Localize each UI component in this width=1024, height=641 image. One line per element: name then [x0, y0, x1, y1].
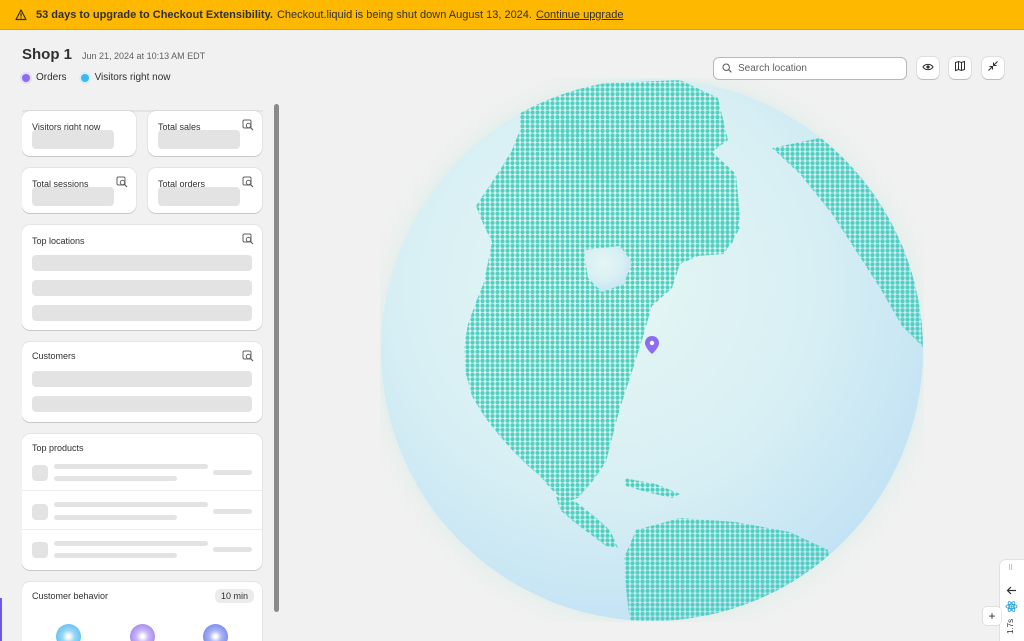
- search-icon: [722, 60, 732, 78]
- react-icon[interactable]: [1005, 600, 1018, 618]
- skeleton-row: [32, 280, 252, 296]
- arrow-left-icon[interactable]: [1006, 582, 1017, 600]
- legend-visitors: Visitors right now: [80, 72, 171, 83]
- card-label: Customer behavior: [32, 591, 109, 601]
- card-top-products[interactable]: Top products: [22, 434, 262, 570]
- view-toggle-button[interactable]: [917, 57, 939, 79]
- card-total-sessions[interactable]: Total sessions: [22, 168, 136, 213]
- behavior-node-icon: [56, 624, 81, 641]
- map-legend: Orders Visitors right now: [22, 72, 185, 83]
- drag-handle-icon[interactable]: ⠿: [1008, 564, 1013, 572]
- report-icon[interactable]: [242, 232, 254, 245]
- banner-text: Checkout.liquid is being shut down Augus…: [276, 8, 532, 21]
- skeleton-value: [32, 130, 114, 149]
- eye-icon: [922, 59, 934, 77]
- warning-icon: [14, 8, 28, 22]
- card-visitors-right-now[interactable]: Visitors right now: [22, 111, 136, 156]
- card-total-orders[interactable]: Total orders: [148, 168, 262, 213]
- time-range-badge[interactable]: 10 min: [214, 589, 254, 603]
- live-globe[interactable]: [380, 78, 924, 622]
- report-icon[interactable]: [242, 175, 254, 188]
- card-label: Top locations: [32, 236, 85, 246]
- collapse-icon: [987, 59, 999, 77]
- render-timing: 1.7s: [1006, 618, 1015, 634]
- legend-orders-label: Orders: [36, 72, 67, 83]
- upgrade-banner: 53 days to upgrade to Checkout Extensibi…: [0, 0, 1024, 30]
- card-label: Customers: [32, 351, 76, 361]
- skeleton-value: [32, 187, 114, 206]
- zoom-in-button[interactable]: +: [983, 607, 1001, 625]
- card-top-locations[interactable]: Top locations: [22, 225, 262, 330]
- divider: [22, 529, 262, 530]
- report-icon[interactable]: [242, 118, 254, 131]
- metrics-panel: Visitors right now Total sales Total ses…: [22, 106, 263, 641]
- card-customers[interactable]: Customers: [22, 342, 262, 422]
- card-total-sales[interactable]: Total sales: [148, 111, 262, 156]
- skeleton-value: [158, 130, 240, 149]
- devtools-panel[interactable]: ⠿ 1.7s: [1000, 560, 1024, 641]
- skeleton-row: [32, 396, 252, 412]
- skeleton-row: [32, 305, 252, 321]
- page-header: Shop 1 Jun 21, 2024 at 10:13 AM EDT: [22, 46, 205, 63]
- skeleton-row: [32, 255, 252, 271]
- legend-orders: Orders: [22, 72, 67, 83]
- card-label: Top products: [32, 443, 84, 453]
- search-input[interactable]: [738, 63, 888, 74]
- search-location[interactable]: [713, 57, 907, 80]
- behavior-node-icon: [130, 624, 155, 641]
- legend-visitors-label: Visitors right now: [94, 72, 171, 83]
- visitors-dot-icon: [80, 73, 89, 82]
- map-view-button[interactable]: [949, 57, 971, 79]
- continue-upgrade-link[interactable]: Continue upgrade: [536, 9, 623, 21]
- report-icon[interactable]: [242, 349, 254, 362]
- divider: [22, 490, 262, 491]
- orders-dot-icon: [22, 73, 30, 82]
- report-icon[interactable]: [116, 175, 128, 188]
- behavior-node-icon: [203, 624, 228, 641]
- map-icon: [954, 59, 966, 77]
- page-title: Shop 1: [22, 46, 73, 63]
- page-date: Jun 21, 2024 at 10:13 AM EDT: [82, 51, 206, 61]
- skeleton-value: [158, 187, 240, 206]
- skeleton-row: [32, 371, 252, 387]
- collapse-button[interactable]: [982, 57, 1004, 79]
- panel-scrollbar[interactable]: [274, 104, 279, 612]
- card-customer-behavior[interactable]: Customer behavior 10 min: [22, 582, 262, 641]
- banner-headline: 53 days to upgrade to Checkout Extensibi…: [36, 8, 273, 21]
- left-accent: [0, 598, 2, 641]
